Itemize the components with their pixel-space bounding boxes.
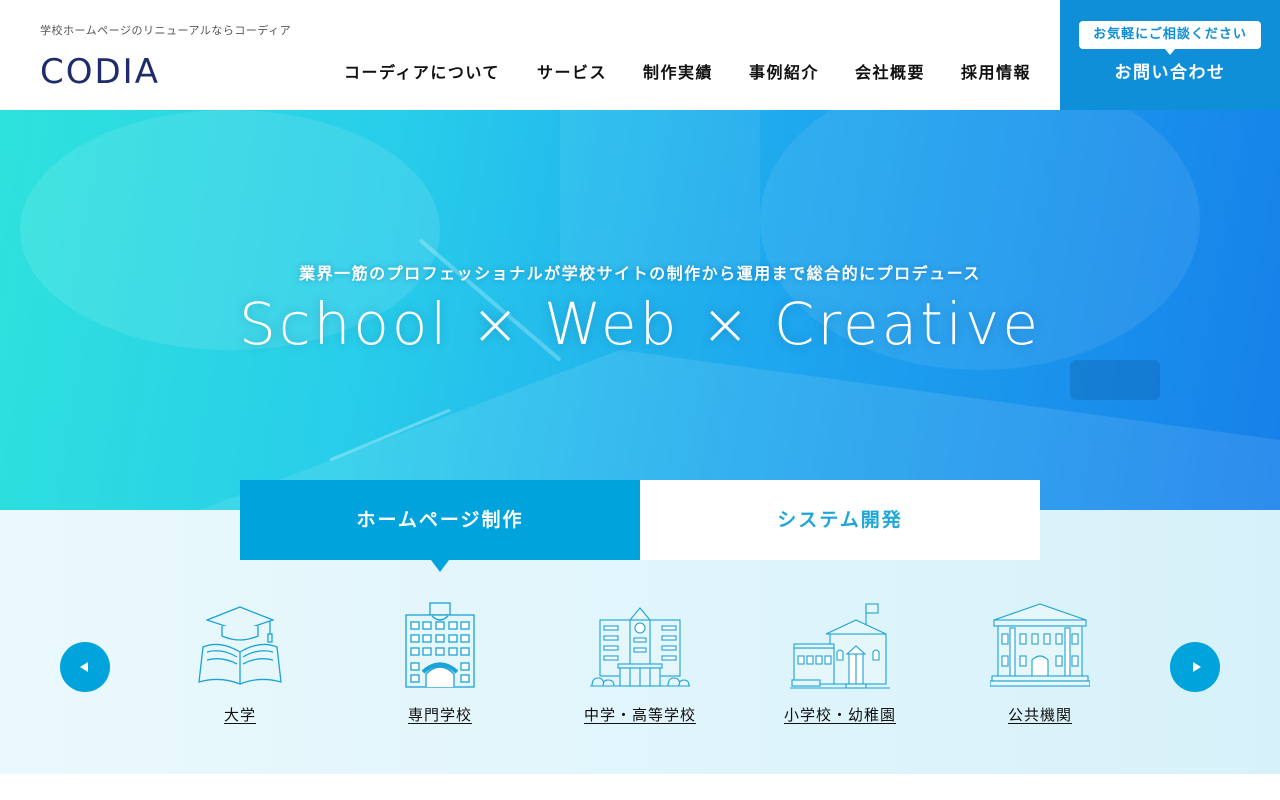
nav-item-recruit[interactable]: 採用情報	[961, 60, 1031, 86]
category-high-school[interactable]: 中学・高等学校	[540, 596, 740, 736]
hero-banner: 業界一筋のプロフェッショナルが学校サイトの制作から運用まで総合的にプロデュース …	[0, 110, 1280, 510]
category-label-university: 大学	[223, 706, 256, 724]
category-label-public-institution: 公共機関	[1007, 706, 1072, 724]
contact-button[interactable]: お気軽にご相談ください お問い合わせ	[1060, 0, 1280, 110]
arrow-left-icon	[80, 662, 88, 672]
tab-homepage-production[interactable]: ホームページ制作	[240, 480, 640, 572]
hero-subtitle: 業界一筋のプロフェッショナルが学校サイトの制作から運用まで総合的にプロデュース	[299, 264, 981, 283]
contact-label: お問い合わせ	[1114, 63, 1226, 83]
category-label-vocational-school: 専門学校	[407, 706, 472, 724]
elementary-school-icon	[790, 603, 890, 689]
category-vocational-school[interactable]: 専門学校	[340, 596, 540, 736]
codia-logo[interactable]: CODIA	[40, 52, 160, 92]
high-school-icon	[590, 607, 690, 687]
public-institution-icon	[990, 603, 1090, 687]
tab-system-development[interactable]: システム開発	[640, 480, 1040, 560]
carousel-prev-button[interactable]	[60, 642, 110, 692]
hero-title: School × Web × Creative	[238, 290, 1042, 358]
nav-item-about[interactable]: コーディアについて	[344, 60, 500, 86]
contact-bubble: お気軽にご相談ください	[1079, 21, 1261, 55]
nav-item-works[interactable]: 制作実績	[643, 60, 713, 86]
nav-item-service[interactable]: サービス	[537, 60, 607, 86]
arrow-right-icon	[1193, 662, 1201, 672]
nav-item-cases[interactable]: 事例紹介	[749, 60, 819, 86]
category-university[interactable]: 大学	[140, 596, 340, 736]
carousel-next-button[interactable]	[1170, 642, 1220, 692]
category-public-institution[interactable]: 公共機関	[940, 596, 1140, 736]
site-header: 学校ホームページのリニューアルならコーディア CODIA コーディアについて サ…	[0, 0, 1280, 110]
category-label-elementary-school: 小学校・幼稚園	[783, 706, 896, 724]
site-tagline: 学校ホームページのリニューアルならコーディア	[40, 24, 292, 37]
service-tabs: ホームページ制作 システム開発	[240, 480, 1040, 572]
vocational-school-icon	[405, 602, 475, 688]
category-elementary-school[interactable]: 小学校・幼稚園	[740, 596, 940, 736]
university-icon	[198, 606, 282, 685]
nav-item-company[interactable]: 会社概要	[855, 60, 925, 86]
category-label-high-school: 中学・高等学校	[583, 706, 696, 724]
